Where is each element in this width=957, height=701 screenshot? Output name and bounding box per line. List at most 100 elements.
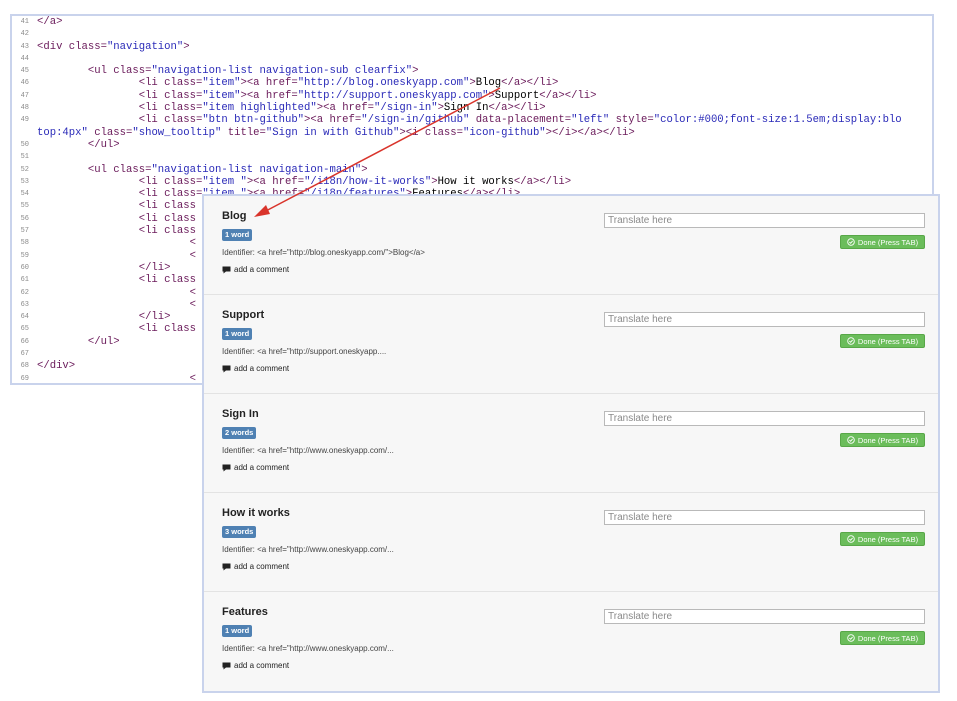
code-line: 48 <li class="item highlighted"><a href=… xyxy=(12,102,932,114)
line-number: 49 xyxy=(20,116,29,125)
word-count-badge: 2 words xyxy=(222,427,257,439)
translate-input[interactable] xyxy=(604,213,925,228)
done-button[interactable]: Done (Press TAB) xyxy=(840,235,925,249)
code-text: <ul class="navigation-list navigation-ma… xyxy=(87,163,368,176)
code-line: 42 xyxy=(12,28,932,40)
string-title: Support xyxy=(222,309,265,321)
code-text: </ul> xyxy=(87,138,120,151)
add-comment-link[interactable]: add a comment xyxy=(222,463,289,472)
comment-icon xyxy=(222,563,231,570)
line-number: 41 xyxy=(20,18,29,26)
translate-input[interactable] xyxy=(604,411,925,426)
code-text: < xyxy=(189,286,196,299)
word-count-badge: 3 words xyxy=(222,526,257,538)
code-text: <li class="item"><a href="http://blog.on… xyxy=(138,77,559,90)
add-comment-link[interactable]: add a comment xyxy=(222,364,289,373)
done-button[interactable]: Done (Press TAB) xyxy=(840,334,925,348)
identifier-text: Identifier: <a href="http://www.oneskyap… xyxy=(222,644,394,653)
code-text: </ul> xyxy=(87,335,120,348)
line-number: 59 xyxy=(20,251,29,260)
add-comment-link[interactable]: add a comment xyxy=(222,265,289,274)
line-number: 44 xyxy=(20,54,29,63)
translation-list: Blog 1 word Identifier: <a href="http://bl… xyxy=(204,196,938,691)
translation-panel: Blog 1 word Identifier: <a href="http://bl… xyxy=(202,194,940,693)
check-circle-icon xyxy=(847,535,855,543)
add-comment-link[interactable]: add a comment xyxy=(222,661,289,670)
identifier-text: Identifier: <a href="http://www.oneskyap… xyxy=(222,446,394,455)
code-text: < xyxy=(189,237,196,250)
add-comment-label: add a comment xyxy=(234,562,290,571)
translate-input[interactable] xyxy=(604,609,925,624)
line-number: 69 xyxy=(20,374,29,383)
done-button-label: Done (Press TAB) xyxy=(857,534,919,544)
translate-input[interactable] xyxy=(604,510,925,525)
string-title: Features xyxy=(222,606,268,618)
translation-item: Features 1 word Identifier: <a href="http:… xyxy=(204,592,938,691)
line-number: 62 xyxy=(20,288,29,297)
add-comment-link[interactable]: add a comment xyxy=(222,562,289,571)
code-text: <li class="item highlighted"><a href="/s… xyxy=(138,102,546,115)
code-text: </a> xyxy=(37,16,63,28)
code-text: </li> xyxy=(138,261,171,274)
line-number: 51 xyxy=(20,153,29,162)
code-line: 45 <ul class="navigation-list navigation… xyxy=(12,65,932,77)
translation-item: Blog 1 word Identifier: <a href="http://bl… xyxy=(204,196,938,295)
line-number: 47 xyxy=(20,91,29,100)
code-text: <div class="navigation"> xyxy=(37,40,190,53)
code-text: </div> xyxy=(37,360,76,373)
line-number: 65 xyxy=(20,325,29,334)
string-title: How it works xyxy=(222,507,290,519)
translation-item: Support 1 word Identifier: <a href="http:/… xyxy=(204,295,938,394)
code-line: 41 </a> xyxy=(12,16,932,28)
line-number: 43 xyxy=(20,42,29,51)
line-number: 42 xyxy=(20,30,29,39)
done-button[interactable]: Done (Press TAB) xyxy=(840,532,925,546)
add-comment-label: add a comment xyxy=(234,364,290,373)
line-number: 53 xyxy=(20,177,29,186)
translate-input[interactable] xyxy=(604,312,925,327)
word-count-badge: 1 word xyxy=(222,625,253,637)
line-number: 54 xyxy=(20,190,29,199)
code-text: < xyxy=(189,249,196,262)
line-number: 58 xyxy=(20,239,29,248)
code-text: <li class="btn btn-github"><a href="/sig… xyxy=(138,114,902,127)
code-text: <li class xyxy=(138,200,196,213)
check-circle-icon xyxy=(847,238,855,246)
check-circle-icon xyxy=(847,634,855,642)
string-title: Sign In xyxy=(222,408,259,420)
code-line: 53 <li class="item "><a href="/i18n/how-… xyxy=(12,176,932,188)
line-number: 50 xyxy=(20,140,29,149)
done-button[interactable]: Done (Press TAB) xyxy=(840,433,925,447)
translation-item: How it works 3 words Identifier: <a href="… xyxy=(204,493,938,592)
line-number: 67 xyxy=(20,350,29,359)
code-text: < xyxy=(189,372,196,385)
done-button[interactable]: Done (Press TAB) xyxy=(840,631,925,645)
comment-icon xyxy=(222,266,231,273)
code-line: 46 <li class="item"><a href="http://blog… xyxy=(12,77,932,89)
code-text: < xyxy=(189,298,196,311)
translation-item: Sign In 2 words Identifier: <a href="http:… xyxy=(204,394,938,493)
code-line: 52 <ul class="navigation-list navigation… xyxy=(12,164,932,176)
done-button-label: Done (Press TAB) xyxy=(857,237,919,247)
identifier-text: Identifier: <a href="http://www.oneskyap… xyxy=(222,545,394,554)
code-line: top:4px" class="show_tooltip" title="Sig… xyxy=(12,127,932,139)
identifier-text: Identifier: <a href="http://support.ones… xyxy=(222,347,387,356)
code-text: <li class="item "><a href="/i18n/how-it-… xyxy=(138,175,572,188)
code-text: </li> xyxy=(138,311,171,324)
line-number: 52 xyxy=(20,165,29,174)
check-circle-icon xyxy=(847,337,855,345)
line-number: 55 xyxy=(20,202,29,211)
code-line: 49 <li class="btn btn-github"><a href="/… xyxy=(12,114,932,126)
check-circle-icon xyxy=(847,436,855,444)
done-button-label: Done (Press TAB) xyxy=(857,435,919,445)
code-line: 51 xyxy=(12,151,932,163)
done-button-label: Done (Press TAB) xyxy=(857,336,919,346)
line-number: 46 xyxy=(20,79,29,88)
line-number: 66 xyxy=(20,337,29,346)
code-text: <li class xyxy=(138,323,196,336)
comment-icon xyxy=(222,464,231,471)
code-line: 47 <li class="item"><a href="http://supp… xyxy=(12,90,932,102)
line-number: 63 xyxy=(20,300,29,309)
word-count-badge: 1 word xyxy=(222,229,253,241)
code-text: <ul class="navigation-list navigation-su… xyxy=(87,65,419,78)
